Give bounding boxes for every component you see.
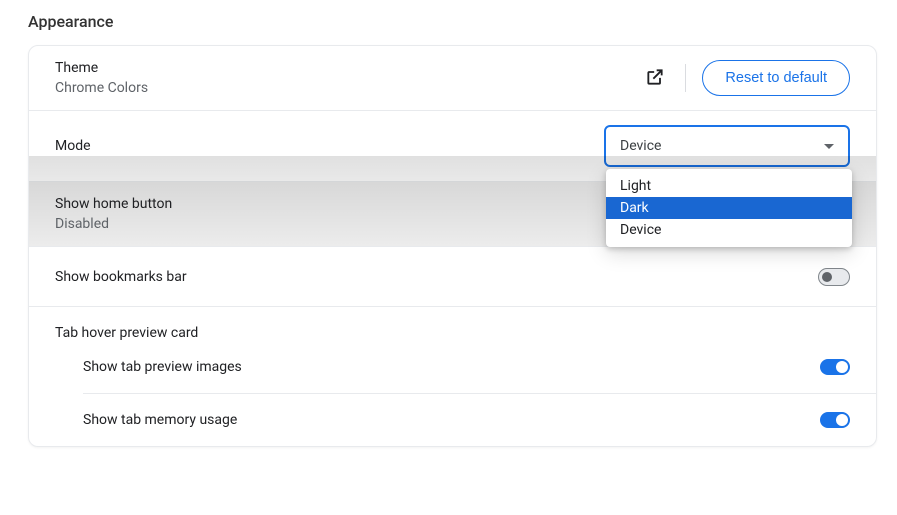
tab-hover-group: Tab hover preview card — [29, 307, 876, 341]
tab-hover-label: Tab hover preview card — [55, 325, 850, 341]
mode-option-light[interactable]: Light — [606, 175, 852, 197]
tab-memory-usage-row: Show tab memory usage — [83, 393, 876, 446]
theme-row: Theme Chrome Colors Reset to default — [29, 46, 876, 111]
toggle-knob — [836, 361, 848, 373]
tab-preview-images-row: Show tab preview images — [83, 341, 876, 393]
tab-hover-subrows: Show tab preview images Show tab memory … — [29, 341, 876, 446]
open-in-new-icon — [645, 67, 665, 90]
bookmarks-bar-toggle[interactable] — [818, 268, 850, 286]
open-theme-external-button[interactable] — [641, 64, 669, 92]
mode-label: Mode — [55, 138, 604, 154]
toggle-knob — [822, 272, 832, 282]
section-title: Appearance — [28, 12, 877, 31]
reset-to-default-button[interactable]: Reset to default — [702, 60, 850, 96]
tab-memory-usage-label: Show tab memory usage — [83, 412, 820, 428]
tab-preview-images-label: Show tab preview images — [83, 359, 820, 375]
chevron-down-icon — [824, 144, 834, 149]
mode-option-dark[interactable]: Dark — [606, 197, 852, 219]
mode-row: Mode Device Light Dark Device — [29, 111, 876, 182]
mode-selected-value: Device — [620, 138, 824, 154]
theme-label: Theme — [55, 60, 641, 76]
bookmarks-bar-row: Show bookmarks bar — [29, 247, 876, 307]
appearance-card: Theme Chrome Colors Reset to default — [28, 45, 877, 447]
separator — [685, 64, 686, 92]
mode-select[interactable]: Device Light Dark Device — [604, 125, 850, 167]
toggle-knob — [836, 414, 848, 426]
tab-preview-images-toggle[interactable] — [820, 359, 850, 375]
mode-dropdown: Light Dark Device — [606, 169, 852, 247]
mode-option-device[interactable]: Device — [606, 219, 852, 241]
tab-memory-usage-toggle[interactable] — [820, 412, 850, 428]
theme-value: Chrome Colors — [55, 80, 641, 96]
bookmarks-bar-label: Show bookmarks bar — [55, 269, 818, 285]
